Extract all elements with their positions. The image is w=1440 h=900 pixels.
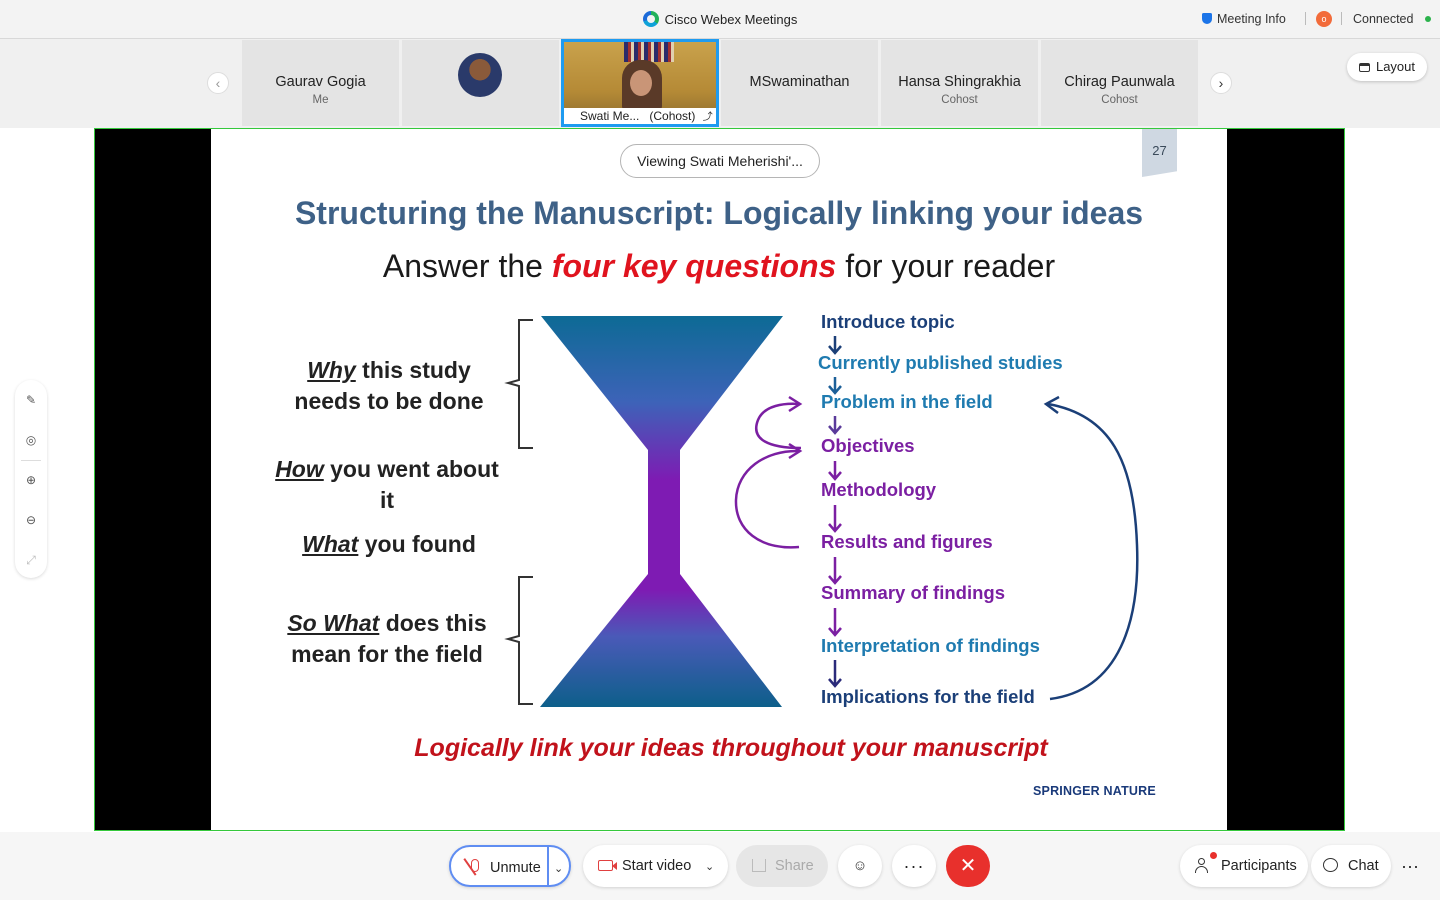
- start-video-button[interactable]: Start video ⌄: [583, 845, 728, 887]
- zoom-in-icon[interactable]: ⊕: [23, 472, 39, 488]
- question-text: you found: [358, 531, 476, 557]
- participants-button[interactable]: Participants: [1180, 845, 1308, 887]
- step-arrows: [828, 336, 842, 688]
- question-emphasis: So What: [287, 610, 380, 636]
- step-item: Objectives: [821, 435, 915, 456]
- question-text: you went about: [323, 456, 499, 482]
- camera-off-icon: [598, 860, 617, 871]
- chevron-down-icon[interactable]: ⌄: [705, 846, 714, 888]
- step-item: Currently published studies: [818, 352, 1063, 373]
- smiley-icon: ☺: [852, 858, 868, 874]
- divider: [21, 460, 41, 461]
- return-arrow: [1047, 402, 1139, 701]
- question-emphasis: Why: [307, 357, 356, 383]
- question-text: this study: [355, 357, 471, 383]
- person-icon: [1195, 858, 1209, 873]
- question-text: mean for the field: [291, 641, 483, 667]
- question-text: it: [379, 487, 395, 513]
- unmute-label: Unmute: [490, 860, 541, 876]
- loop-arrow-small: [755, 402, 802, 450]
- step-item: Implications for the field: [821, 686, 1035, 707]
- share-icon: [752, 859, 766, 872]
- notification-dot: [1210, 852, 1217, 859]
- question-emphasis: What: [302, 531, 359, 557]
- chat-label: Chat: [1348, 858, 1379, 874]
- annotate-icon[interactable]: ✎: [23, 392, 39, 408]
- step-item: Results and figures: [821, 531, 993, 552]
- unmute-button[interactable]: Unmute ⌄: [449, 845, 571, 887]
- share-label: Share: [775, 858, 814, 874]
- question-what: What you found: [262, 529, 516, 560]
- leave-meeting-button[interactable]: ✕: [946, 845, 990, 887]
- more-options-button[interactable]: ···: [892, 845, 936, 887]
- step-item: Interpretation of findings: [821, 635, 1040, 656]
- question-how: How you went about it: [260, 454, 514, 516]
- chevron-down-icon[interactable]: ⌄: [554, 848, 563, 890]
- springer-nature-logo: SPRINGER NATURE: [1033, 784, 1156, 798]
- reactions-button[interactable]: ☺: [838, 845, 882, 887]
- hourglass-diagram: [504, 316, 1139, 707]
- question-so-what: So What does this mean for the field: [260, 608, 514, 670]
- overflow-menu-button[interactable]: ···: [1390, 845, 1430, 887]
- share-button[interactable]: Share: [736, 845, 828, 887]
- hourglass-shape: [540, 316, 783, 707]
- annotation-toolbar: ✎ ◎ ⊕ ⊖ ⤢: [15, 380, 47, 578]
- question-text: needs to be done: [294, 388, 484, 414]
- chat-button[interactable]: Chat: [1311, 845, 1391, 887]
- meeting-controls: Unmute ⌄ Start video ⌄ Share ☺ ··· ✕ Par…: [0, 832, 1440, 900]
- start-video-label: Start video: [622, 858, 692, 874]
- loop-arrow-large: [734, 449, 800, 549]
- step-item: Methodology: [821, 479, 937, 500]
- zoom-out-icon[interactable]: ⊖: [23, 512, 39, 528]
- chat-icon: [1323, 858, 1338, 872]
- step-item: Summary of findings: [821, 582, 1005, 603]
- slide-footer: Logically link your ideas throughout you…: [414, 734, 1048, 762]
- question-text: does this: [379, 610, 487, 636]
- participants-text: Participants: [1221, 858, 1297, 874]
- step-item: Problem in the field: [821, 391, 993, 412]
- step-item: Introduce topic: [821, 311, 955, 332]
- fit-icon[interactable]: ⤢: [23, 552, 39, 568]
- question-why: Why this study needs to be done: [262, 355, 516, 417]
- pointer-icon[interactable]: ◎: [23, 432, 39, 448]
- question-emphasis: How: [275, 456, 324, 482]
